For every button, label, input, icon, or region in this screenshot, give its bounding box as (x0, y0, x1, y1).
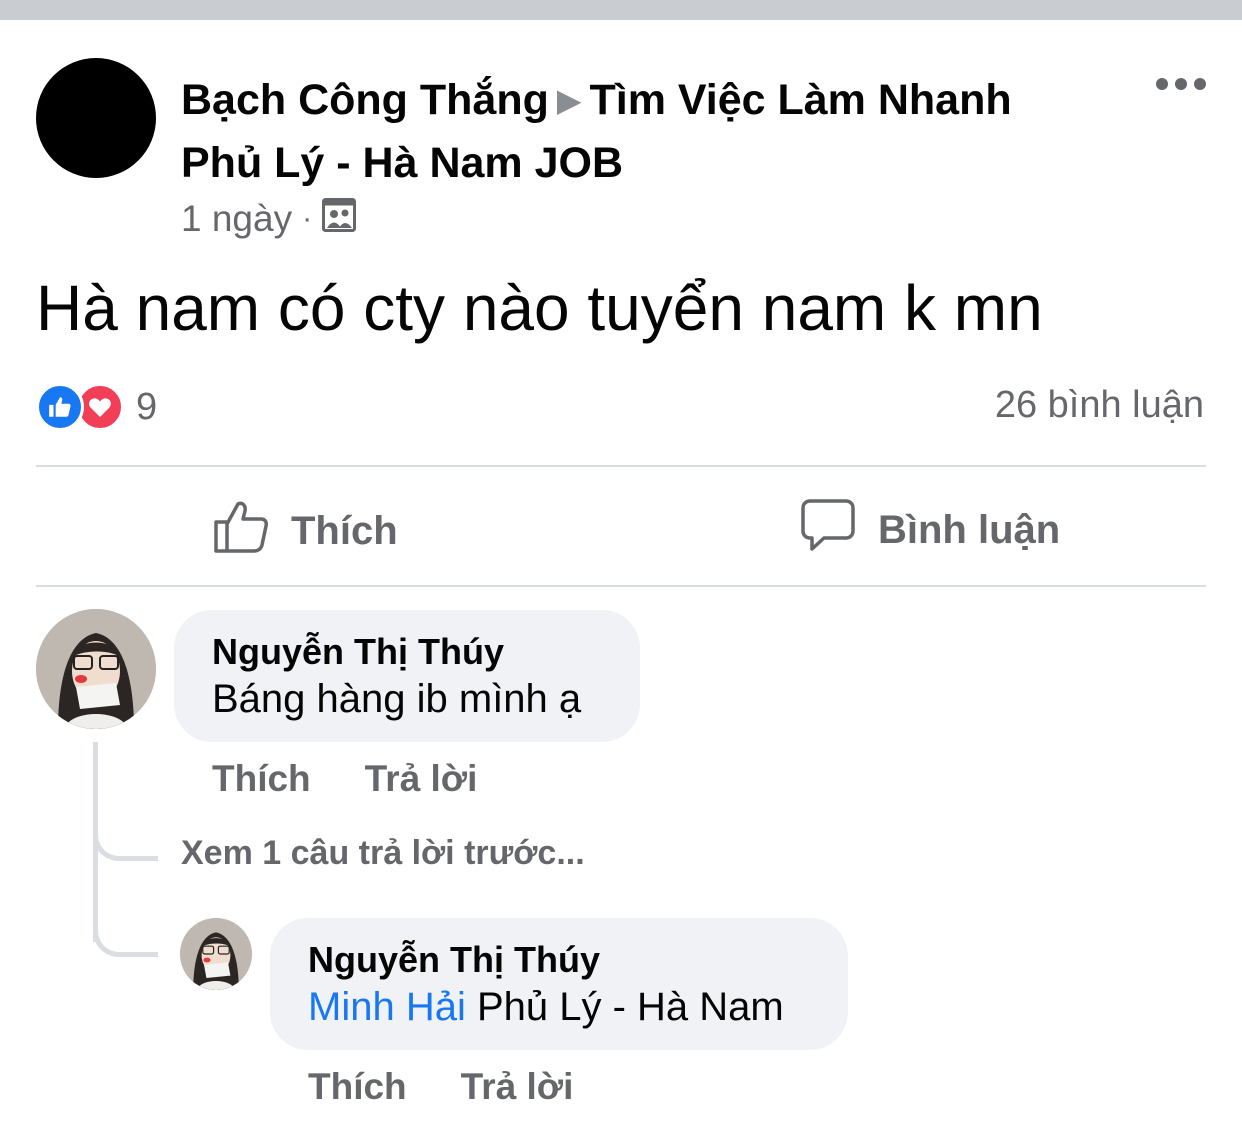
meta-separator: · (302, 202, 313, 235)
divider (36, 465, 1206, 467)
post-timestamp[interactable]: 1 ngày (181, 198, 292, 240)
replier-name[interactable]: Nguyễn Thị Thúy (308, 938, 848, 982)
replier-avatar[interactable] (180, 918, 252, 990)
commenter-name[interactable]: Nguyễn Thị Thúy (212, 630, 640, 674)
comment-actions: Thích Trả lời (212, 758, 477, 800)
speech-bubble-icon (800, 498, 856, 562)
post-body-text: Hà nam có cty nào tuyển nam k mn (36, 272, 1043, 344)
author-avatar[interactable] (36, 58, 156, 178)
thread-connector (93, 880, 158, 957)
dot-icon (1156, 78, 1168, 90)
post-meta: 1 ngày · (181, 196, 357, 242)
author-name[interactable]: Bạch Công Thắng (181, 76, 549, 124)
dot-icon (1175, 78, 1187, 90)
like-button[interactable]: Thích (213, 498, 398, 564)
reply-bubble[interactable]: Nguyễn Thị Thúy Minh Hải Phủ Lý - Hà Nam (270, 918, 848, 1050)
like-reaction-icon (36, 383, 84, 431)
thumbs-up-icon (213, 498, 269, 564)
thread-connector (93, 800, 158, 861)
reply-actions: Thích Trả lời (308, 1066, 573, 1108)
group-audience-icon (322, 197, 357, 241)
mention-link[interactable]: Minh Hải (308, 985, 466, 1029)
like-button-label: Thích (291, 508, 398, 553)
comment-button-label: Bình luận (878, 507, 1061, 552)
comments-count-link[interactable]: 26 bình luận (995, 384, 1204, 427)
comment-like-link[interactable]: Thích (212, 758, 311, 800)
comment-bubble[interactable]: Nguyễn Thị Thúy Báng hàng ib mình ạ (174, 610, 640, 742)
comment-button[interactable]: Bình luận (800, 498, 1060, 562)
reply-like-link[interactable]: Thích (308, 1066, 407, 1108)
post-header-title: Bạch Công Thắng ▶ Tìm Việc Làm Nhanh Phủ L… (181, 70, 1101, 193)
dot-icon (1194, 78, 1206, 90)
arrow-right-icon: ▶ (556, 82, 582, 118)
more-options-button[interactable] (1156, 78, 1206, 90)
top-strip (0, 0, 1242, 20)
reactions-summary[interactable]: 9 (36, 383, 157, 431)
comment-text: Báng hàng ib mình ạ (212, 677, 582, 721)
reply-reply-link[interactable]: Trả lời (461, 1066, 574, 1108)
reaction-count: 9 (136, 385, 158, 428)
divider (36, 585, 1206, 587)
comment-reply-link[interactable]: Trả lời (365, 758, 478, 800)
reply-text: Minh Hải Phủ Lý - Hà Nam (308, 982, 848, 1032)
commenter-avatar[interactable] (36, 609, 156, 729)
reply-text-body: Phủ Lý - Hà Nam (465, 985, 784, 1029)
view-previous-replies-link[interactable]: Xem 1 câu trả lời trước... (181, 834, 585, 873)
